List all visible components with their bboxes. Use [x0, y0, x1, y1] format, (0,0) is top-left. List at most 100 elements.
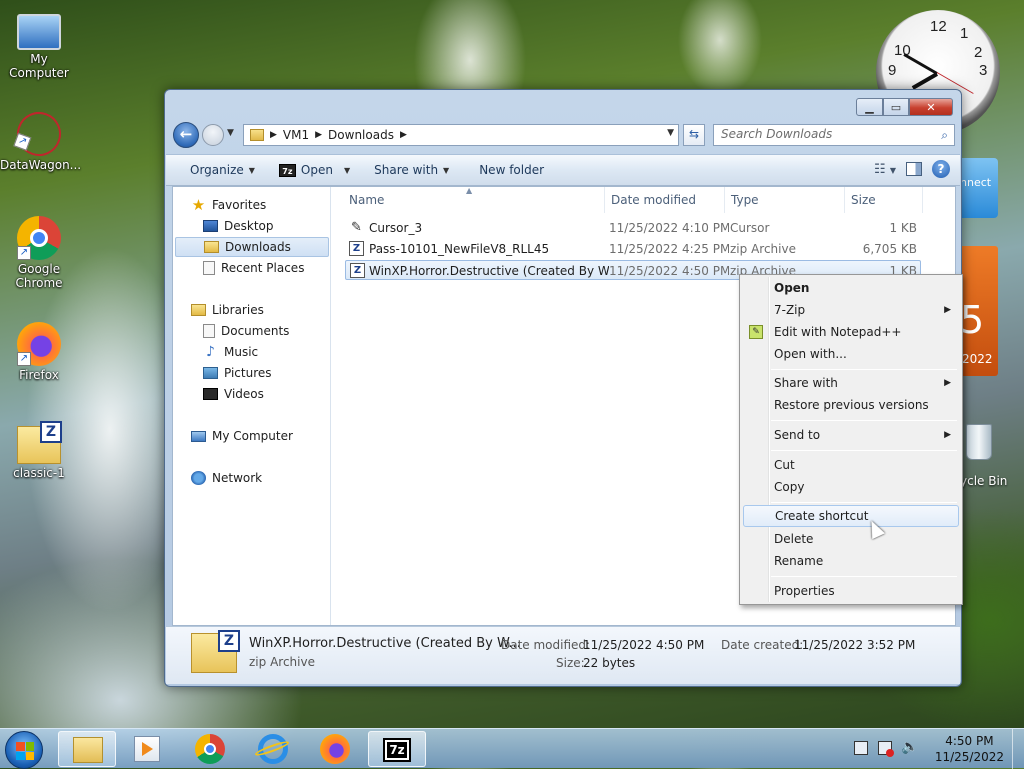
breadcrumb-separator-icon[interactable]: ▶: [270, 130, 277, 140]
menu-item-7zip[interactable]: 7-Zip ▶: [743, 299, 959, 321]
volume-icon[interactable]: 🔈: [901, 739, 918, 755]
media-player-icon: [134, 736, 160, 762]
menu-item-delete[interactable]: Delete: [743, 528, 959, 550]
taskbar-7zip-button[interactable]: 7z: [368, 731, 426, 767]
clock-number: 1: [960, 25, 969, 42]
desktop-icon-classic-1[interactable]: Z classic-1: [0, 421, 78, 480]
taskbar-chrome-button[interactable]: [181, 731, 239, 767]
refresh-button[interactable]: ⇆: [683, 124, 705, 146]
show-desktop-button[interactable]: [1012, 729, 1024, 769]
nav-pictures[interactable]: Pictures: [203, 363, 272, 383]
libraries-icon: [191, 304, 206, 316]
column-header-size[interactable]: Size: [845, 187, 923, 213]
nav-label: Videos: [224, 387, 264, 401]
back-button[interactable]: ←: [173, 122, 199, 148]
breadcrumb-separator-icon[interactable]: ▶: [315, 130, 322, 140]
file-row[interactable]: Z Pass-10101_NewFileV8_RLL45 11/25/2022 …: [345, 239, 921, 259]
change-view-button[interactable]: ☷ ▼: [874, 162, 896, 177]
taskbar-ie-button[interactable]: [244, 731, 302, 767]
menu-separator: [771, 576, 957, 577]
nav-desktop[interactable]: Desktop: [203, 216, 274, 236]
organize-label: Organize: [190, 163, 244, 177]
help-button[interactable]: ?: [932, 160, 950, 178]
computer-icon: [17, 14, 61, 50]
music-icon: ♪: [206, 344, 215, 360]
search-input[interactable]: Search Downloads ⌕: [713, 124, 955, 146]
breadcrumb-downloads[interactable]: Downloads: [328, 128, 394, 142]
menu-item-create-shortcut[interactable]: Create shortcut: [743, 505, 959, 527]
desktop-icon-google-chrome[interactable]: ↗ Google Chrome: [0, 216, 78, 290]
nav-label: Libraries: [212, 303, 264, 317]
action-center-icon[interactable]: [854, 741, 868, 755]
menu-item-copy[interactable]: Copy: [743, 476, 959, 498]
network-status-icon[interactable]: [878, 741, 894, 757]
close-button[interactable]: ✕: [909, 98, 953, 116]
menu-label: Edit with Notepad++: [774, 325, 902, 339]
menu-item-share-with[interactable]: Share with ▶: [743, 372, 959, 394]
nav-videos[interactable]: Videos: [203, 384, 264, 404]
recycle-bin-icon[interactable]: ycle Bin: [960, 424, 1007, 496]
new-folder-button[interactable]: New folder: [461, 155, 556, 185]
menu-item-cut[interactable]: Cut: [743, 454, 959, 476]
desktop-icon-firefox[interactable]: ↗ Firefox: [0, 322, 78, 382]
open-button[interactable]: 7z Open ▼: [267, 155, 362, 185]
menu-item-edit-notepadpp[interactable]: ✎ Edit with Notepad++: [743, 321, 959, 343]
column-header-date[interactable]: Date modified: [605, 187, 725, 213]
taskbar-media-player-button[interactable]: [118, 731, 176, 767]
maximize-button[interactable]: ▭: [883, 98, 909, 116]
minimize-button[interactable]: ▁: [856, 98, 883, 116]
menu-label: Open with...: [774, 347, 847, 361]
column-header-name[interactable]: ▲ Name: [331, 186, 605, 213]
details-file-type: zip Archive: [249, 655, 315, 669]
nav-music[interactable]: ♪ Music: [203, 342, 258, 362]
menu-item-properties[interactable]: Properties: [743, 580, 959, 602]
clock-number: 9: [888, 62, 897, 79]
address-dropdown-icon[interactable]: ▼: [667, 128, 674, 138]
share-with-button[interactable]: Share with ▼: [362, 155, 461, 185]
zip-icon: Z: [349, 241, 364, 256]
nav-my-computer[interactable]: My Computer: [191, 426, 293, 446]
address-bar[interactable]: ▶ VM1 ▶ Downloads ▶ ▼: [243, 124, 679, 146]
clock-number: 2: [974, 44, 983, 61]
recycle-bin-label: ycle Bin: [960, 474, 1008, 488]
preview-pane-button[interactable]: [906, 162, 922, 176]
clock-time-date[interactable]: 4:50 PM 11/25/2022: [935, 733, 1004, 765]
column-header-type[interactable]: Type: [725, 187, 845, 213]
nav-downloads[interactable]: Downloads: [175, 237, 329, 257]
shortcut-arrow-icon: ↗: [17, 246, 31, 260]
breadcrumb-separator-icon[interactable]: ▶: [400, 130, 407, 140]
menu-item-restore-previous-versions[interactable]: Restore previous versions: [743, 394, 959, 416]
menu-item-rename[interactable]: Rename: [743, 550, 959, 572]
nav-label: Documents: [221, 324, 290, 338]
nav-recent-places[interactable]: Recent Places: [203, 258, 304, 278]
menu-item-open[interactable]: Open: [743, 277, 959, 299]
nav-documents[interactable]: Documents: [203, 321, 289, 341]
calendar-year: 2022: [962, 352, 993, 366]
nav-network[interactable]: Network: [191, 468, 262, 488]
zip-folder-icon: Z: [17, 421, 62, 464]
menu-separator: [771, 450, 957, 451]
forward-button[interactable]: [202, 124, 224, 146]
menu-item-send-to[interactable]: Send to ▶: [743, 424, 959, 446]
nav-libraries[interactable]: Libraries: [191, 300, 264, 320]
taskbar-firefox-button[interactable]: [306, 731, 364, 767]
organize-button[interactable]: Organize ▼: [166, 155, 267, 185]
desktop-icon-datawagon[interactable]: ↗ DataWagon...: [0, 105, 81, 172]
menu-item-open-with[interactable]: Open with...: [743, 343, 959, 365]
menu-label: 7-Zip: [774, 303, 806, 317]
connect-gadget[interactable]: nnect: [958, 158, 998, 218]
recent-pages-button[interactable]: ▼: [227, 128, 234, 138]
chevron-down-icon: ▼: [248, 165, 255, 175]
folder-icon: [250, 129, 264, 141]
clock-number: 12: [930, 18, 947, 35]
start-button[interactable]: [5, 731, 43, 769]
file-row[interactable]: ✎ Cursor_3 11/25/2022 4:10 PM Cursor 1 K…: [345, 218, 921, 238]
taskbar-explorer-button[interactable]: [58, 731, 116, 767]
nav-favorites[interactable]: ★ Favorites: [191, 195, 266, 215]
breadcrumb-vm1[interactable]: VM1: [283, 128, 309, 142]
firefox-icon: [320, 734, 350, 764]
search-icon[interactable]: ⌕: [941, 126, 948, 145]
desktop-icon-my-computer[interactable]: My Computer: [0, 10, 78, 80]
menu-separator: [771, 502, 957, 503]
star-icon: ★: [191, 196, 206, 214]
